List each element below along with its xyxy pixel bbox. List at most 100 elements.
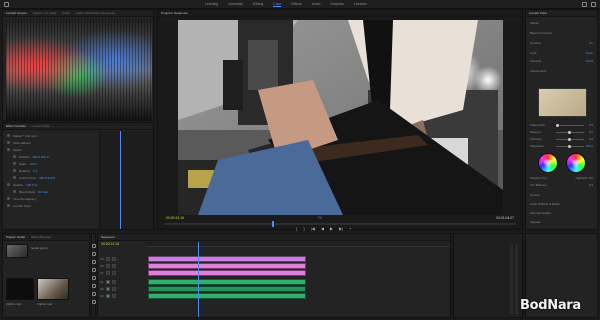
video-clip[interactable] xyxy=(148,270,306,276)
video-clip[interactable] xyxy=(148,263,306,269)
mute-icon[interactable] xyxy=(105,287,110,291)
mute-icon[interactable] xyxy=(105,280,110,284)
lumetri-section-color-wheels[interactable]: Color Wheels & Match xyxy=(530,202,560,206)
mark-out-button[interactable]: } xyxy=(303,226,304,231)
mark-in-button[interactable]: { xyxy=(296,226,297,231)
workspace-tab-assembly[interactable]: Assembly xyxy=(228,2,243,7)
video-clip[interactable] xyxy=(148,256,306,262)
solo-icon[interactable] xyxy=(111,294,116,298)
fx-row-value[interactable]: 100.0 % xyxy=(26,183,37,187)
home-icon[interactable] xyxy=(4,2,9,7)
audio-clip[interactable] xyxy=(148,293,306,299)
workspace-tab-learning[interactable]: Learning xyxy=(205,2,218,7)
fx-row-value[interactable]: 0.0 xyxy=(33,169,37,173)
audio-clip[interactable] xyxy=(148,279,306,285)
workspace-tab-effects[interactable]: Effects xyxy=(291,2,301,7)
fx-row[interactable]: Time Remapping xyxy=(7,196,39,201)
lumetri-row[interactable]: Tint Balance 0.0 xyxy=(530,182,593,187)
lumetri-row[interactable]: Vignette xyxy=(530,219,593,224)
fx-row[interactable]: Video Effects xyxy=(7,140,34,145)
selection-tool-icon[interactable] xyxy=(92,244,96,248)
pen-tool-icon[interactable] xyxy=(92,284,96,288)
razor-tool-icon[interactable] xyxy=(92,268,96,272)
lumetri-section-curves[interactable]: Curves xyxy=(530,193,540,197)
fx-row[interactable]: Motion xyxy=(7,147,25,152)
search-icon[interactable] xyxy=(582,2,587,7)
track-header-a3[interactable]: A3 xyxy=(100,293,116,299)
go-to-in-button[interactable]: |◀ xyxy=(311,226,315,231)
lumetri-row[interactable]: Intensity 100.0 xyxy=(530,58,593,63)
lumetri-row-value[interactable]: On xyxy=(589,41,593,45)
solo-icon[interactable] xyxy=(111,280,116,284)
step-back-button[interactable]: ◀ xyxy=(321,226,324,231)
zoom-fit-select[interactable]: Fit xyxy=(318,216,322,220)
go-to-out-button[interactable]: ▶| xyxy=(339,226,343,231)
fx-row[interactable]: Master * Clip.mp4 xyxy=(7,133,40,138)
shadow-tint-wheel[interactable] xyxy=(538,153,558,173)
fx-playhead[interactable] xyxy=(120,131,121,229)
look-preview-thumbnail[interactable] xyxy=(538,88,587,117)
toggle-output-icon[interactable] xyxy=(105,264,110,268)
lumetri-row-value[interactable]: 0.0 xyxy=(589,137,593,141)
tab-program[interactable]: Program: Sequence xyxy=(161,11,188,15)
track-header-a1[interactable]: A1 xyxy=(100,279,116,285)
lumetri-row-value[interactable]: 0.0 xyxy=(589,123,593,127)
add-button[interactable]: + xyxy=(349,226,351,231)
fx-row[interactable]: Scale 100.0 xyxy=(13,161,37,166)
workspace-tab-audio[interactable]: Audio xyxy=(312,2,321,7)
project-item-thumbnail[interactable] xyxy=(37,278,69,300)
ripple-edit-tool-icon[interactable] xyxy=(92,260,96,264)
vibrance-slider[interactable] xyxy=(556,138,584,141)
lumetri-row-value[interactable]: 0.0 xyxy=(589,183,593,187)
fx-row-value[interactable]: Normal xyxy=(38,190,48,194)
slip-tool-icon[interactable] xyxy=(92,276,96,280)
lumetri-row[interactable]: Basic Correction xyxy=(530,30,593,35)
lumetri-row-value[interactable]: 100.0 xyxy=(585,144,593,148)
notifications-icon[interactable] xyxy=(591,2,596,7)
timeline-playhead[interactable] xyxy=(198,242,199,317)
tab-lumetri[interactable]: Lumetri Color xyxy=(529,11,547,15)
saturation-slider[interactable] xyxy=(556,145,584,148)
tab-lumetri-color[interactable]: Lumetri Color xyxy=(32,124,50,128)
lumetri-row[interactable]: HSL Secondary xyxy=(530,210,593,215)
tab-media-browser[interactable]: Media Browser xyxy=(31,235,51,239)
tab-audio-mixer[interactable]: Audio Track Mixer: Sequence xyxy=(76,11,115,15)
fx-row[interactable]: Lumetri Color xyxy=(7,203,34,208)
project-item-thumbnail[interactable] xyxy=(6,244,28,258)
program-current-timecode[interactable]: 00:00:12:18 xyxy=(166,216,184,220)
fx-row[interactable]: Anchor Point 960.0 540.0 xyxy=(13,175,55,180)
sharpen-slider[interactable] xyxy=(556,131,584,134)
lumetri-row[interactable]: Creative On xyxy=(530,40,593,45)
fx-row[interactable]: Rotation 0.0 xyxy=(13,168,37,173)
hand-tool-icon[interactable] xyxy=(92,292,96,296)
lumetri-row[interactable]: Color Wheels & Match xyxy=(530,201,593,206)
workspace-tab-graphics[interactable]: Graphics xyxy=(330,2,344,7)
workspace-tab-editing[interactable]: Editing xyxy=(253,2,263,7)
fx-row[interactable]: Blend Mode Normal xyxy=(13,189,48,194)
track-header-v3[interactable]: V3 xyxy=(100,256,116,262)
tab-sequence[interactable]: Sequence xyxy=(101,235,115,239)
mute-icon[interactable] xyxy=(105,294,110,298)
lumetri-row[interactable]: Adjustments xyxy=(530,68,593,73)
lumetri-row[interactable]: Look None xyxy=(530,50,593,55)
tab-source[interactable]: Source: (no clips) xyxy=(33,11,56,15)
project-item-name[interactable]: Clip01.mp4 xyxy=(6,302,21,306)
fx-row-value[interactable]: 960.0 540.0 xyxy=(33,155,49,159)
fx-row-value[interactable]: 100.0 xyxy=(30,162,38,166)
tab-lumetri-scopes[interactable]: Lumetri Scopes xyxy=(6,11,27,15)
effect-controls-mini-timeline[interactable] xyxy=(99,131,153,229)
fx-row-value[interactable]: 960.0 540.0 xyxy=(39,176,55,180)
lock-icon[interactable] xyxy=(111,257,116,261)
fx-row[interactable]: Opacity 100.0 % xyxy=(7,182,37,187)
program-playhead[interactable] xyxy=(272,221,274,227)
toggle-output-icon[interactable] xyxy=(105,257,110,261)
workspace-tab-color[interactable]: Color xyxy=(273,2,282,7)
lumetri-row[interactable]: Master xyxy=(530,20,593,25)
project-item-name[interactable]: Clip02.mp4 xyxy=(37,302,52,306)
play-button[interactable]: ▶ xyxy=(330,226,333,231)
faded-film-slider[interactable] xyxy=(556,124,584,127)
lock-icon[interactable] xyxy=(111,264,116,268)
solo-icon[interactable] xyxy=(111,287,116,291)
lumetri-row[interactable]: Curves xyxy=(530,192,593,197)
lumetri-section-vignette[interactable]: Vignette xyxy=(530,220,541,224)
